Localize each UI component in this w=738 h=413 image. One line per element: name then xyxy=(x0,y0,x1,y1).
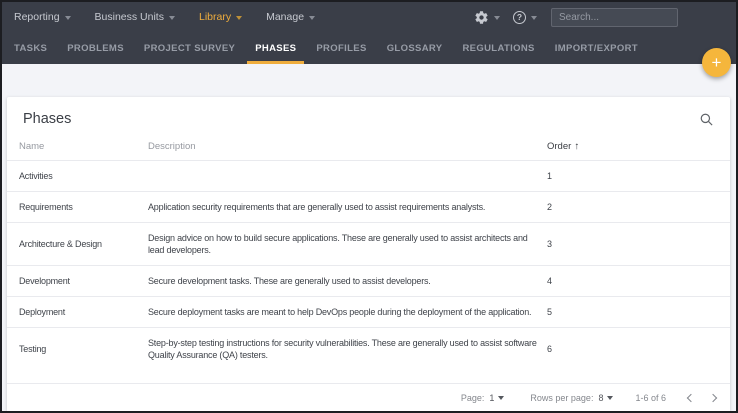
page-title: Phases xyxy=(23,111,71,127)
table-row[interactable]: Development Secure development tasks. Th… xyxy=(7,266,730,297)
help-icon: ? xyxy=(513,11,526,24)
tab-project-survey[interactable]: PROJECT SURVEY xyxy=(136,32,243,64)
column-header-name[interactable]: Name xyxy=(7,131,141,161)
chevron-down-icon xyxy=(65,16,71,20)
chevron-down-icon xyxy=(169,16,175,20)
topbar-right-cluster: ? xyxy=(474,8,678,27)
tab-profiles[interactable]: PROFILES xyxy=(308,32,374,64)
rows-per-page-select[interactable]: 8 xyxy=(598,393,613,403)
rows-per-page-value: 8 xyxy=(598,393,603,403)
column-header-order[interactable]: Order↑ xyxy=(543,131,730,161)
phase-name-cell: Testing xyxy=(7,328,141,371)
chevron-down-icon xyxy=(531,16,537,20)
phase-name-cell: Activities xyxy=(7,161,141,192)
phase-description-cell xyxy=(141,161,543,192)
app-window: Reporting Business Units Library Manage … xyxy=(0,0,738,413)
table-row[interactable]: Requirements Application security requir… xyxy=(7,192,730,223)
phase-order-cell: 1 xyxy=(543,161,730,192)
gear-icon xyxy=(474,10,489,25)
sort-ascending-icon: ↑ xyxy=(574,141,579,152)
tab-regulations[interactable]: REGULATIONS xyxy=(454,32,542,64)
phase-description-cell: Design advice on how to build secure app… xyxy=(141,223,543,266)
phase-order-cell: 2 xyxy=(543,192,730,223)
card-header: Phases xyxy=(7,97,730,131)
phase-description-cell: Step-by-step testing instructions for se… xyxy=(141,328,543,371)
previous-page-button[interactable] xyxy=(687,393,695,401)
phase-description-cell: Application security requirements that a… xyxy=(141,192,543,223)
menu-business-units-label: Business Units xyxy=(95,11,164,23)
table-row[interactable]: Deployment Secure deployment tasks are m… xyxy=(7,297,730,328)
next-page-button[interactable] xyxy=(709,393,717,401)
pagination-bar: Page: 1 Rows per page: 8 1-6 of 6 xyxy=(7,383,730,411)
search-input[interactable] xyxy=(551,8,678,27)
table-row[interactable]: Architecture & Design Design advice on h… xyxy=(7,223,730,266)
table-header-row: Name Description Order↑ xyxy=(7,131,730,161)
phase-order-cell: 5 xyxy=(543,297,730,328)
page-selector-group: Page: 1 xyxy=(461,393,505,403)
rows-per-page-group: Rows per page: 8 xyxy=(530,393,613,403)
table-row[interactable]: Testing Step-by-step testing instruction… xyxy=(7,328,730,371)
page-select[interactable]: 1 xyxy=(489,393,504,403)
top-navbar: Reporting Business Units Library Manage … xyxy=(2,2,736,32)
pagination-range: 1-6 of 6 xyxy=(635,393,666,403)
tab-problems[interactable]: PROBLEMS xyxy=(59,32,132,64)
phases-table: Name Description Order↑ Activities 1 Req… xyxy=(7,131,730,370)
phase-order-cell: 6 xyxy=(543,328,730,371)
phase-name-cell: Deployment xyxy=(7,297,141,328)
chevron-down-icon xyxy=(236,16,242,20)
phase-order-cell: 4 xyxy=(543,266,730,297)
phase-name-cell: Architecture & Design xyxy=(7,223,141,266)
chevron-down-icon xyxy=(309,16,315,20)
plus-icon: + xyxy=(712,54,722,71)
section-tabs: TASKS PROBLEMS PROJECT SURVEY PHASES PRO… xyxy=(2,32,736,64)
column-header-description[interactable]: Description xyxy=(141,131,543,161)
table-row[interactable]: Activities 1 xyxy=(7,161,730,192)
add-phase-button[interactable]: + xyxy=(702,48,731,77)
help-menu-button[interactable]: ? xyxy=(513,11,537,24)
column-header-order-label: Order xyxy=(547,141,571,152)
menu-library-label: Library xyxy=(199,11,231,23)
chevron-down-icon xyxy=(498,396,504,400)
search-icon[interactable] xyxy=(699,112,714,127)
tab-phases[interactable]: PHASES xyxy=(247,32,304,64)
menu-library[interactable]: Library xyxy=(199,11,242,23)
menu-business-units[interactable]: Business Units xyxy=(95,11,175,23)
phase-name-cell: Requirements xyxy=(7,192,141,223)
menu-manage[interactable]: Manage xyxy=(266,11,315,23)
phases-card: Phases Name Description Order↑ Activit xyxy=(7,97,730,411)
tab-tasks[interactable]: TASKS xyxy=(6,32,55,64)
menu-reporting-label: Reporting xyxy=(14,11,60,23)
phase-description-cell: Secure deployment tasks are meant to hel… xyxy=(141,297,543,328)
chevron-down-icon xyxy=(607,396,613,400)
menu-reporting[interactable]: Reporting xyxy=(14,11,71,23)
menu-manage-label: Manage xyxy=(266,11,304,23)
tab-glossary[interactable]: GLOSSARY xyxy=(379,32,451,64)
phase-order-cell: 3 xyxy=(543,223,730,266)
chevron-down-icon xyxy=(494,16,500,20)
tab-import-export[interactable]: IMPORT/EXPORT xyxy=(547,32,646,64)
page-label: Page: xyxy=(461,393,485,403)
page-select-value: 1 xyxy=(489,393,494,403)
phase-description-cell: Secure development tasks. These are gene… xyxy=(141,266,543,297)
rows-per-page-label: Rows per page: xyxy=(530,393,593,403)
phase-name-cell: Development xyxy=(7,266,141,297)
settings-menu-button[interactable] xyxy=(474,10,500,25)
